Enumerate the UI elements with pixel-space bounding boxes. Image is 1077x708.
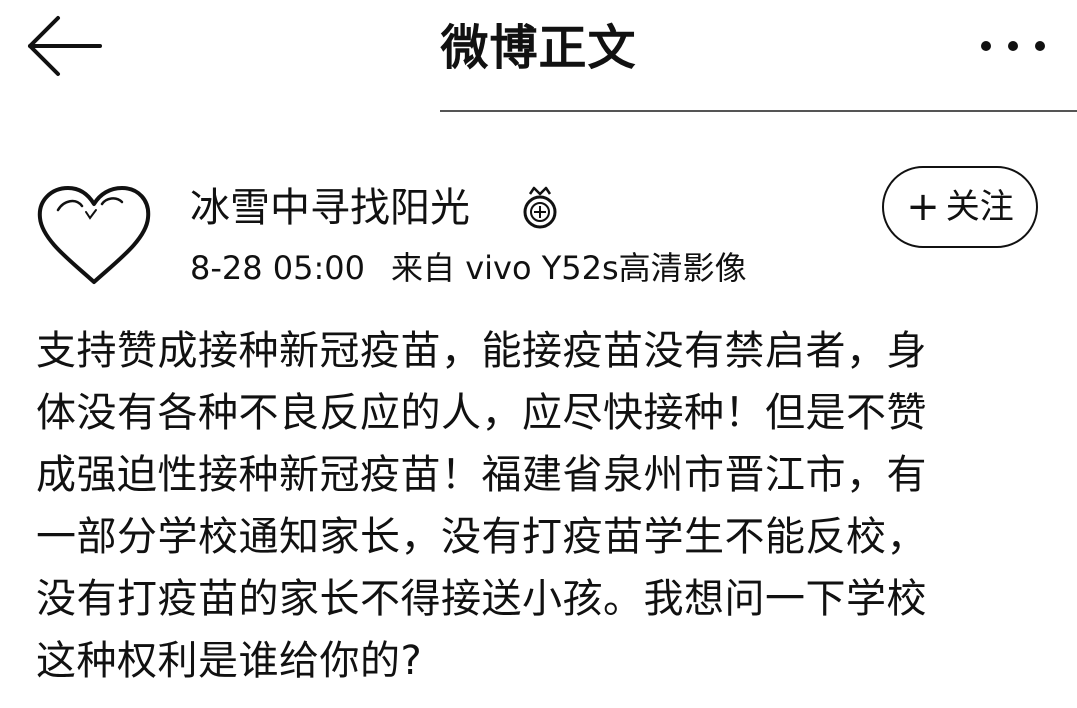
follow-label: 关注 — [945, 187, 1014, 227]
post-source: 来自 vivo Y52s高清影像 — [391, 249, 747, 287]
page-title: 微博正文 — [440, 20, 637, 76]
plus-icon: + — [906, 184, 940, 230]
avatar[interactable] — [32, 178, 156, 290]
post-text-line: 成强迫性接种新冠疫苗！福建省泉州市晋江市，有 — [36, 452, 927, 498]
post-text-line: 支持赞成接种新冠疫苗，能接疫苗没有禁启者，身 — [36, 328, 927, 374]
more-dots-icon — [981, 41, 1045, 51]
post-text: 支持赞成接种新冠疫苗，能接疫苗没有禁启者，身 体没有各种不良反应的人，应尽快接种… — [36, 320, 1036, 692]
post-text-line: 这种权利是谁给你的? — [36, 638, 423, 684]
top-bar: 微博正文 — [0, 0, 1077, 112]
post-timestamp: 8-28 05:00 — [190, 249, 366, 287]
header-divider — [440, 110, 1077, 112]
author-name[interactable]: 冰雪中寻找阳光 — [190, 182, 470, 234]
post-text-line: 一部分学校通知家长，没有打疫苗学生不能反校， — [36, 514, 927, 560]
heart-avatar-icon — [37, 186, 151, 284]
post-text-line: 体没有各种不良反应的人，应尽快接种！但是不赞 — [36, 390, 927, 436]
crown-badge-icon — [520, 184, 560, 232]
more-button[interactable] — [968, 22, 1058, 70]
post-text-line: 没有打疫苗的家长不得接送小孩。我想问一下学校 — [36, 576, 927, 622]
post-meta: 8-28 05:00 来自 vivo Y52s高清影像 — [190, 246, 747, 290]
follow-button[interactable]: + 关注 — [882, 166, 1038, 248]
author-row: 冰雪中寻找阳光 8-28 05:00 来自 vivo Y52s高清影像 + 关注 — [0, 160, 1077, 300]
